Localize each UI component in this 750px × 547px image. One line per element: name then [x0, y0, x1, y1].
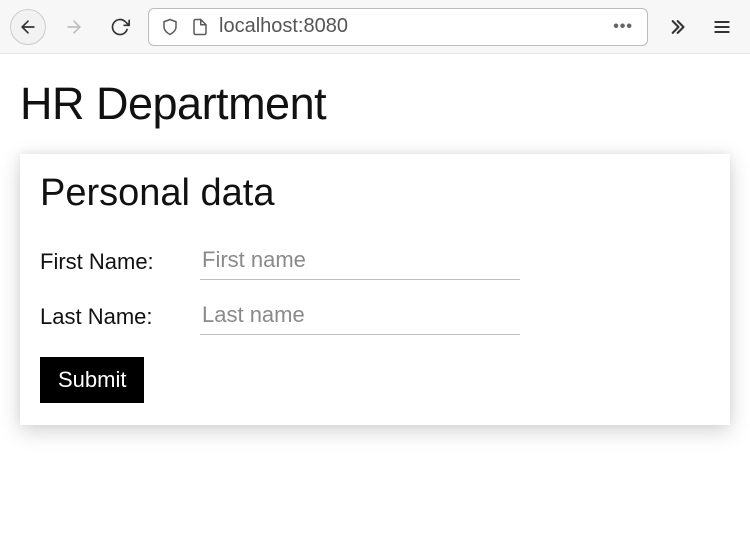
app-menu-button[interactable]	[704, 9, 740, 45]
chevrons-right-icon	[666, 17, 686, 37]
first-name-row: First Name:	[40, 243, 710, 280]
tracking-protection-button[interactable]	[155, 18, 185, 36]
first-name-input[interactable]	[200, 243, 520, 280]
personal-data-card: Personal data First Name: Last Name: Sub…	[20, 154, 730, 425]
page-title: HR Department	[20, 78, 730, 130]
first-name-label: First Name:	[40, 249, 200, 275]
page-actions-button[interactable]: •••	[605, 18, 641, 36]
section-heading: Personal data	[40, 172, 710, 215]
reload-icon	[110, 17, 130, 37]
hamburger-icon	[712, 17, 732, 37]
forward-button[interactable]	[56, 9, 92, 45]
page-icon	[191, 18, 209, 36]
url-input[interactable]	[215, 15, 605, 38]
arrow-right-icon	[64, 17, 84, 37]
address-bar[interactable]: •••	[148, 8, 648, 46]
last-name-input[interactable]	[200, 298, 520, 335]
site-info-button[interactable]	[185, 18, 215, 36]
page-content: HR Department Personal data First Name: …	[0, 54, 750, 441]
submit-button[interactable]: Submit	[40, 357, 144, 403]
shield-icon	[161, 18, 179, 36]
meatballs-icon: •••	[613, 18, 633, 35]
last-name-label: Last Name:	[40, 304, 200, 330]
arrow-left-icon	[18, 17, 38, 37]
browser-toolbar: •••	[0, 0, 750, 54]
reload-button[interactable]	[102, 9, 138, 45]
last-name-row: Last Name:	[40, 298, 710, 335]
overflow-button[interactable]	[658, 9, 694, 45]
back-button[interactable]	[10, 9, 46, 45]
